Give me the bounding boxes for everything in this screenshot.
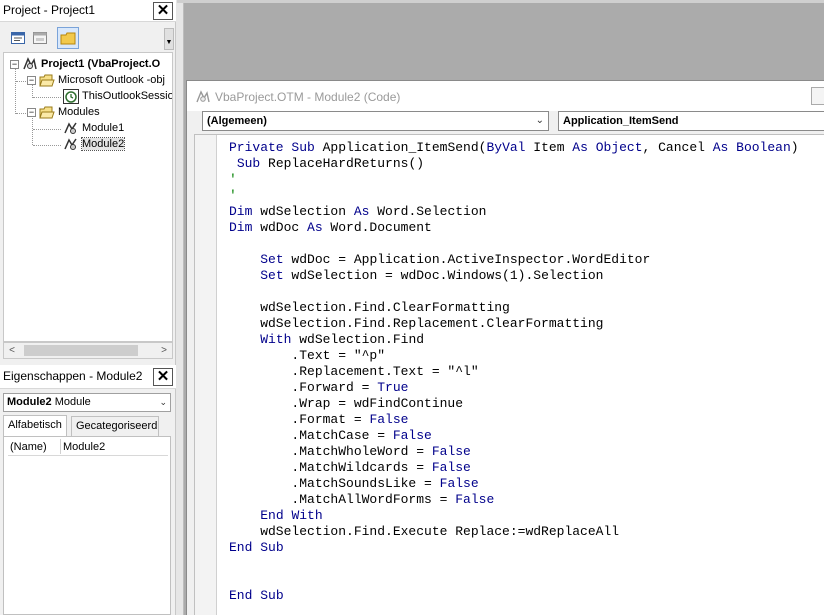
properties-tabs: Alfabetisch Gecategoriseerd — [3, 415, 171, 436]
tree-item-label: Project1 (VbaProject.O — [41, 58, 161, 70]
tree-item-label: ThisOutlookSession — [82, 90, 173, 102]
properties-object-select[interactable]: Module2 Module ⌄ — [3, 393, 171, 412]
toggle-folders-icon — [60, 32, 76, 44]
code-margin[interactable] — [195, 135, 217, 615]
folder-open-icon — [39, 74, 55, 86]
collapse-icon[interactable]: − — [27, 75, 36, 85]
outlook-session-icon — [63, 88, 79, 104]
view-object-icon — [33, 32, 47, 44]
view-object-button[interactable] — [29, 27, 51, 49]
properties-close-button[interactable]: ✕ — [153, 368, 173, 386]
code-editor[interactable]: Private Sub Application_ItemSend(ByVal I… — [194, 134, 824, 615]
project-tree: − Project1 (VbaProject.O − Microsoft Out… — [3, 52, 173, 342]
scroll-right-icon[interactable]: > — [156, 343, 172, 358]
object-combobox[interactable]: (Algemeen) ⌄ — [202, 111, 549, 131]
left-column: Project - Project1 ✕ ▼ − Project1 (VbaPr… — [0, 0, 176, 615]
object-name: Module2 — [7, 396, 52, 408]
module-icon — [64, 138, 77, 150]
properties-title: Eigenschappen - Module2 — [3, 369, 143, 383]
tree-item-thisoutlooksession[interactable]: ThisOutlookSession — [63, 88, 173, 104]
project-explorer-title: Project - Project1 — [3, 3, 96, 17]
object-type: Module — [54, 396, 91, 408]
code-window-title: VbaProject.OTM - Module2 (Code) — [215, 90, 401, 104]
tree-item-module2[interactable]: Module2 — [63, 136, 126, 152]
folder-open-icon — [39, 106, 55, 118]
properties-titlebar[interactable]: Eigenschappen - Module2 ✕ — [0, 365, 176, 389]
code-text[interactable]: Private Sub Application_ItemSend(ByVal I… — [229, 140, 799, 604]
collapse-icon[interactable]: − — [10, 59, 19, 69]
close-icon: ✕ — [156, 368, 170, 385]
property-row-name[interactable]: (Name) Module2 — [8, 439, 168, 456]
toolbar-overflow-chevron[interactable]: ▼ — [164, 28, 174, 50]
vba-project-icon — [23, 57, 37, 70]
scrollbar-thumb[interactable] — [24, 345, 138, 356]
minimize-button[interactable] — [811, 87, 824, 105]
procedure-combobox-value: Application_ItemSend — [563, 115, 679, 127]
tree-item-label: Module2 — [80, 137, 126, 151]
chevron-down-icon: ⌄ — [159, 397, 167, 407]
project-explorer-titlebar[interactable]: Project - Project1 ✕ — [0, 0, 176, 22]
chevron-down-icon: ⌄ — [535, 115, 544, 126]
tree-item-label: Module1 — [82, 122, 125, 134]
vba-project-icon — [196, 90, 210, 103]
property-value[interactable]: Module2 — [60, 439, 105, 454]
view-code-button[interactable] — [7, 27, 29, 49]
module-icon — [64, 122, 77, 134]
tree-item-label: Microsoft Outlook -obj — [58, 74, 165, 86]
tab-alfabetisch[interactable]: Alfabetisch — [3, 415, 67, 436]
property-name: (Name) — [10, 441, 47, 453]
tab-gecategoriseerd[interactable]: Gecategoriseerd — [71, 416, 159, 436]
view-code-icon — [11, 32, 25, 44]
tree-item-modules[interactable]: − Modules — [27, 104, 100, 120]
tree-item-module1[interactable]: Module1 — [63, 120, 124, 136]
object-combobox-value: (Algemeen) — [207, 115, 267, 127]
procedure-combobox[interactable]: Application_ItemSend — [558, 111, 824, 131]
close-icon: ✕ — [156, 2, 170, 19]
code-window: VbaProject.OTM - Module2 (Code) (Algemee… — [186, 80, 824, 615]
project-explorer-close-button[interactable]: ✕ — [153, 2, 173, 20]
panel-splitter[interactable] — [176, 0, 184, 615]
project-explorer-toolbar: ▼ — [0, 26, 176, 51]
properties-grid: (Name) Module2 — [3, 436, 171, 615]
code-window-titlebar[interactable]: VbaProject.OTM - Module2 (Code) — [187, 81, 824, 111]
tree-item-outlook-objects[interactable]: − Microsoft Outlook -obj — [27, 72, 165, 88]
project-tree-hscrollbar[interactable]: < > — [3, 342, 173, 359]
tree-item-project1[interactable]: − Project1 (VbaProject.O — [10, 56, 160, 72]
toggle-folders-button[interactable] — [57, 27, 79, 49]
mdi-top-edge — [177, 0, 824, 3]
collapse-icon[interactable]: − — [27, 107, 36, 117]
scroll-left-icon[interactable]: < — [4, 343, 20, 358]
tree-item-label: Modules — [58, 106, 100, 118]
